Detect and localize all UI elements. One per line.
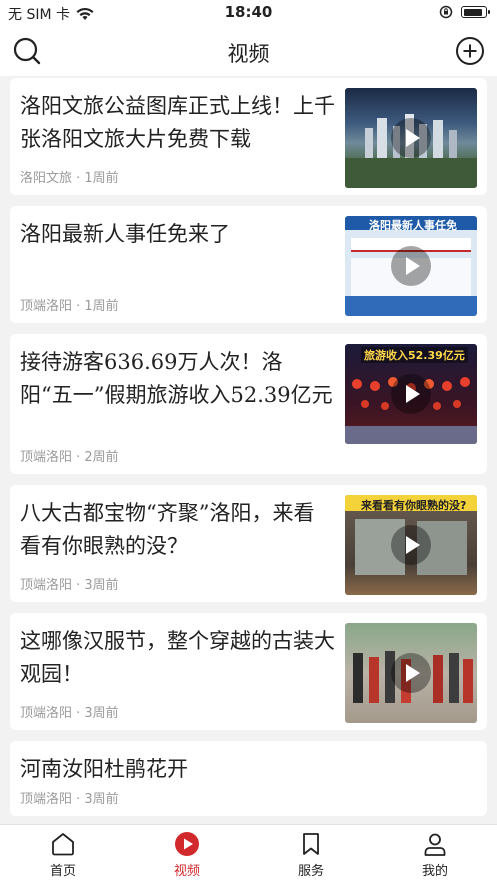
article-card[interactable]: 洛阳最新人事任免来了 顶端洛阳 · 1周前 洛阳最新人事任免 bbox=[10, 206, 487, 323]
profile-icon bbox=[424, 833, 446, 856]
article-card[interactable]: 河南汝阳杜鹃花开 顶端洛阳 · 3周前 bbox=[10, 741, 487, 816]
article-card[interactable]: 八大古都宝物“齐聚”洛阳，来看看有你眼熟的没？ 顶端洛阳 · 3周前 来看看有你… bbox=[10, 485, 487, 602]
article-title: 八大古都宝物“齐聚”洛阳，来看看有你眼熟的没？ bbox=[20, 501, 315, 558]
video-play-icon bbox=[175, 832, 199, 856]
article-meta: 洛阳文旅 · 1周前 bbox=[20, 171, 119, 186]
article-meta: 顶端洛阳 · 1周前 bbox=[20, 299, 119, 314]
tab-label: 服务 bbox=[297, 864, 324, 879]
article-title: 接待游客636.69万人次！洛阳“五一”假期旅游收入52.39亿元 bbox=[20, 350, 333, 407]
article-card[interactable]: 接待游客636.69万人次！洛阳“五一”假期旅游收入52.39亿元 顶端洛阳 ·… bbox=[10, 334, 487, 474]
play-icon[interactable] bbox=[391, 525, 431, 565]
play-icon[interactable] bbox=[391, 246, 431, 286]
tab-bar: 首页 视频 服务 我的 bbox=[0, 824, 497, 883]
video-thumbnail[interactable] bbox=[345, 88, 477, 188]
bookmark-icon bbox=[303, 833, 319, 855]
tab-label: 首页 bbox=[49, 864, 76, 879]
thumbnail-caption: 洛阳最新人事任免 bbox=[369, 219, 457, 232]
article-title: 这哪像汉服节，整个穿越的古装大观园！ bbox=[20, 629, 335, 686]
video-thumbnail[interactable] bbox=[345, 623, 477, 723]
play-icon[interactable] bbox=[391, 374, 431, 414]
video-feed[interactable]: 洛阳文旅公益图库正式上线！上千张洛阳文旅大片免费下载 洛阳文旅 · 1周前 洛阳… bbox=[0, 76, 497, 824]
video-thumbnail[interactable]: 旅游收入52.39亿元 bbox=[345, 344, 477, 444]
thumbnail-caption: 旅游收入52.39亿元 bbox=[361, 347, 468, 363]
add-icon[interactable] bbox=[455, 36, 485, 66]
article-meta: 顶端洛阳 · 3周前 bbox=[20, 578, 119, 593]
thumbnail-caption: 来看看有你眼熟的没? bbox=[361, 499, 467, 512]
video-thumbnail[interactable]: 洛阳最新人事任免 bbox=[345, 216, 477, 316]
play-icon[interactable] bbox=[391, 118, 431, 158]
article-card[interactable]: 这哪像汉服节，整个穿越的古装大观园！ 顶端洛阳 · 3周前 bbox=[10, 613, 487, 730]
article-meta: 顶端洛阳 · 2周前 bbox=[20, 450, 119, 465]
tab-label: 我的 bbox=[421, 864, 448, 879]
article-title: 洛阳文旅公益图库正式上线！上千张洛阳文旅大片免费下载 bbox=[20, 94, 335, 151]
battery-icon bbox=[461, 6, 490, 18]
video-thumbnail[interactable]: 来看看有你眼熟的没? bbox=[345, 495, 477, 595]
tab-service[interactable]: 服务 bbox=[271, 831, 351, 881]
article-title: 河南汝阳杜鹃花开 bbox=[20, 757, 188, 781]
tab-video[interactable]: 视频 bbox=[147, 831, 227, 881]
status-bar: 无 SIM 卡 18:40 bbox=[0, 0, 497, 26]
home-icon bbox=[52, 833, 74, 856]
tab-home[interactable]: 首页 bbox=[23, 831, 103, 881]
status-time: 18:40 bbox=[224, 3, 273, 21]
article-meta: 顶端洛阳 · 3周前 bbox=[20, 792, 119, 807]
nav-header: 视频 bbox=[0, 26, 497, 76]
tab-label: 视频 bbox=[173, 864, 200, 879]
article-title: 洛阳最新人事任免来了 bbox=[20, 222, 230, 246]
tab-mine[interactable]: 我的 bbox=[395, 831, 475, 881]
article-card[interactable]: 洛阳文旅公益图库正式上线！上千张洛阳文旅大片免费下载 洛阳文旅 · 1周前 bbox=[10, 78, 487, 195]
play-icon[interactable] bbox=[391, 653, 431, 693]
article-meta: 顶端洛阳 · 3周前 bbox=[20, 706, 119, 721]
orientation-lock-icon bbox=[439, 5, 453, 19]
page-title: 视频 bbox=[227, 42, 270, 66]
